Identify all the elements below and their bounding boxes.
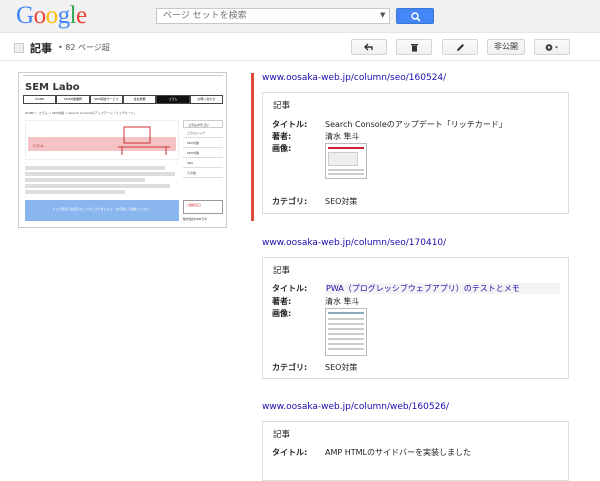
thumb-header: [328, 147, 364, 149]
thumb-line: [328, 318, 364, 320]
page-count: • 82 ページ超: [58, 43, 110, 52]
preview-contact-box: ご相談窓口: [183, 200, 223, 214]
thumb-line: [328, 169, 364, 171]
preview-cta-banner: ウェブ集客でお困りのことがございましたら、お気軽にご相談ください。: [25, 200, 179, 221]
preview-sidebar-item: その他: [183, 168, 223, 178]
logo-letter: e: [76, 2, 87, 29]
thumb-box: [328, 152, 358, 166]
gear-icon: [545, 44, 558, 51]
image-thumbnail: [325, 143, 367, 179]
preview-hero-label: コラム: [32, 143, 44, 148]
logo-letter: o: [45, 2, 59, 29]
preview-text-line: [25, 166, 165, 170]
site-favicon-icon: [14, 43, 24, 53]
title-value: AMP HTMLのサイドバーを実装しました: [325, 448, 472, 457]
preview-sidebar-item: SNS: [183, 158, 223, 168]
preview-nav-item: HOME: [23, 95, 57, 104]
card-title: 記事: [273, 101, 291, 111]
image-thumbnail: [325, 308, 367, 356]
preview-company: 株式会社SEMラボ: [183, 217, 208, 221]
category-label: カテゴリ:: [272, 363, 308, 372]
title-value: Search Consoleのアップデート「リッチカード」: [325, 120, 507, 129]
magnifier-icon: [411, 12, 421, 22]
preview-nav: HOME SEO対策業務 SEO関連サービス 会社概要 コラム お問い合わせ: [23, 95, 223, 104]
image-label: 画像:: [272, 144, 292, 153]
trash-icon: [410, 44, 418, 52]
search-dropdown-icon[interactable]: ▼: [380, 11, 385, 19]
search-button[interactable]: [396, 8, 434, 24]
image-label: 画像:: [272, 309, 292, 318]
preview-hero-image: コラム: [25, 120, 179, 160]
thumb-line: [328, 333, 364, 335]
thumb-line: [328, 173, 364, 175]
logo-letter: g: [57, 2, 71, 29]
title-label: タイトル:: [272, 448, 308, 457]
preview-breadcrumb: HOME > コラム > SEO対策 > Search Consoleのアップデ…: [25, 111, 137, 115]
card-title: 記事: [273, 430, 291, 440]
logo-letter: o: [33, 2, 47, 29]
thumb-line: [328, 343, 364, 345]
thumb-line: [328, 348, 364, 350]
preview-logo: SEM Labo: [25, 82, 80, 93]
edit-button[interactable]: [442, 39, 478, 55]
preview-text-line: [25, 172, 175, 176]
category-value: SEO対策: [325, 197, 358, 206]
title-label: タイトル:: [272, 120, 308, 129]
preview-nav-item: SEO対策業務: [56, 95, 90, 104]
preview-body-text: [25, 166, 175, 196]
title-label: タイトル:: [272, 284, 308, 293]
delete-button[interactable]: [396, 39, 432, 55]
thumb-line: [328, 323, 364, 325]
selected-result-indicator: [251, 73, 254, 221]
author-label: 著者:: [272, 132, 292, 141]
thumb-line: [328, 328, 364, 330]
result-url[interactable]: www.oosaka-web.jp/column/seo/170410/: [262, 238, 446, 248]
preview-sidebar: コラムカテゴリ コラムトップ SEO対策 SEO対策 SNS その他: [183, 120, 223, 178]
preview-nav-item: コラム: [156, 95, 190, 104]
google-logo[interactable]: Google: [16, 3, 87, 29]
page-preview[interactable]: SEM Labo HOME SEO対策業務 SEO関連サービス 会社概要 コラム…: [18, 72, 227, 228]
result-card[interactable]: 記事 タイトル: AMP HTMLのサイドバーを実装しました: [262, 421, 569, 481]
undo-button[interactable]: [351, 39, 387, 55]
title-value[interactable]: PWA（プログレッシブウェブアプリ）のテストとメモ: [325, 283, 560, 294]
category-label: カテゴリ:: [272, 197, 308, 206]
author-value: 清水 隼斗: [325, 297, 360, 306]
author-value: 清水 隼斗: [325, 132, 360, 141]
toolbar: 記事 • 82 ページ超 非公開: [0, 33, 600, 61]
pencil-icon: [456, 44, 464, 51]
result-card[interactable]: 記事 タイトル: Search Consoleのアップデート「リッチカード」 著…: [262, 92, 569, 214]
card-title: 記事: [273, 266, 291, 276]
result-url[interactable]: www.oosaka-web.jp/column/seo/160524/: [262, 73, 446, 83]
preview-nav-item: お問い合わせ: [189, 95, 223, 104]
preview-text-line: [25, 178, 145, 182]
preview-nav-item: SEO関連サービス: [89, 95, 123, 104]
preview-sidebar-item: SEO対策: [183, 138, 223, 148]
preview-sidebar-item: コラムトップ: [183, 128, 223, 138]
preview-nav-item: 会社概要: [122, 95, 157, 104]
preview-top-strip: [23, 75, 223, 76]
search-input[interactable]: [156, 8, 390, 24]
result-url[interactable]: www.oosaka-web.jp/column/web/160526/: [262, 402, 449, 412]
author-label: 著者:: [272, 297, 292, 306]
category-value: SEO対策: [325, 363, 358, 372]
thumb-line: [328, 312, 364, 314]
undo-arrow-icon: [364, 43, 373, 51]
preview-sidebar-item: SEO対策: [183, 148, 223, 158]
private-button[interactable]: 非公開: [487, 39, 525, 55]
desk-illustration-icon: [118, 126, 170, 155]
preview-sidebar-head: コラムカテゴリ: [183, 120, 223, 128]
top-bar: Google ▼: [0, 0, 600, 33]
page-set-title: 記事: [30, 42, 52, 55]
logo-letter: G: [16, 2, 34, 29]
preview-text-line: [25, 190, 125, 194]
settings-button[interactable]: [534, 39, 570, 55]
preview-text-line: [25, 184, 170, 188]
result-card[interactable]: 記事 タイトル: PWA（プログレッシブウェブアプリ）のテストとメモ 著者: 清…: [262, 257, 569, 379]
thumb-line: [328, 338, 364, 340]
